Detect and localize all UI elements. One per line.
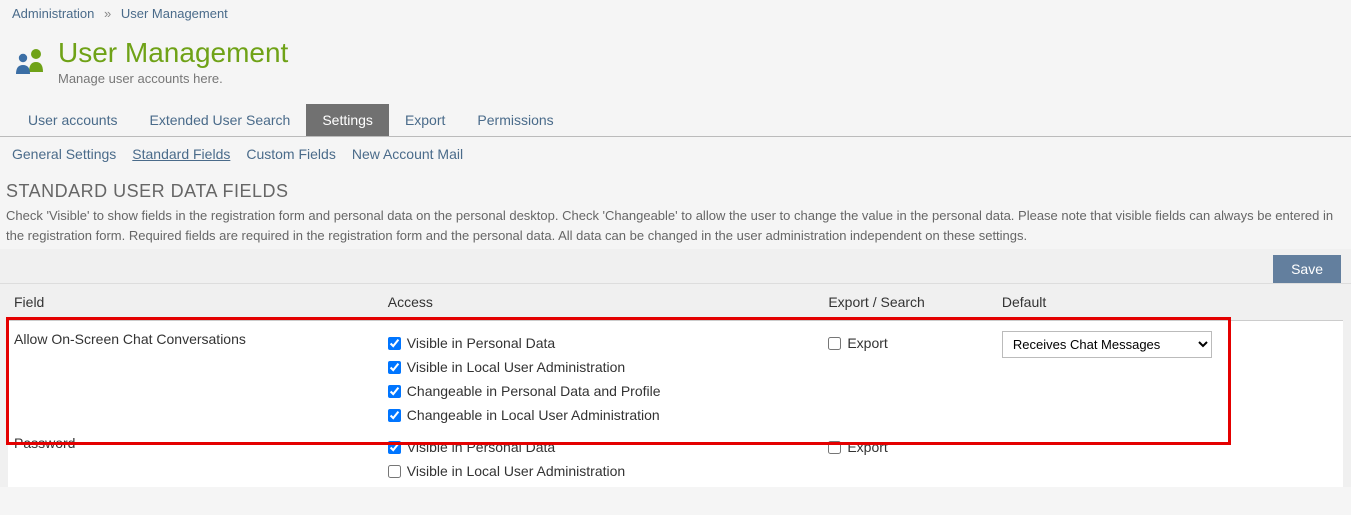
access-checkbox[interactable] bbox=[388, 385, 401, 398]
access-option: Visible in Personal Data bbox=[388, 331, 817, 355]
users-icon bbox=[12, 44, 48, 80]
page-title: User Management bbox=[58, 37, 288, 69]
fields-table: Field Access Export / Search Default All… bbox=[8, 284, 1343, 487]
page-header: User Management Manage user accounts her… bbox=[0, 27, 1351, 104]
col-access: Access bbox=[382, 284, 823, 321]
col-export: Export / Search bbox=[822, 284, 996, 321]
section-header: STANDARD USER DATA FIELDS Check 'Visible… bbox=[0, 171, 1351, 249]
col-field: Field bbox=[8, 284, 382, 321]
access-label: Visible in Local User Administration bbox=[407, 463, 625, 479]
default-cell bbox=[996, 431, 1343, 487]
subtab-standard-fields[interactable]: Standard Fields bbox=[132, 143, 230, 165]
access-checkbox[interactable] bbox=[388, 409, 401, 422]
subtab-general[interactable]: General Settings bbox=[12, 143, 116, 165]
save-bar: Save bbox=[0, 249, 1351, 283]
subtab-custom-fields[interactable]: Custom Fields bbox=[246, 143, 335, 165]
table-row: PasswordVisible in Personal DataVisible … bbox=[8, 431, 1343, 487]
access-label: Visible in Personal Data bbox=[407, 439, 555, 455]
tab-extended-search[interactable]: Extended User Search bbox=[133, 104, 306, 136]
access-checkbox[interactable] bbox=[388, 361, 401, 374]
export-label: Export bbox=[847, 335, 887, 351]
default-cell: Receives Chat Messages bbox=[996, 321, 1343, 432]
field-name: Password bbox=[8, 431, 382, 487]
access-option: Changeable in Personal Data and Profile bbox=[388, 379, 817, 403]
access-checkbox[interactable] bbox=[388, 441, 401, 454]
main-tabs: User accounts Extended User Search Setti… bbox=[0, 104, 1351, 137]
tab-settings[interactable]: Settings bbox=[306, 104, 389, 136]
section-desc: Check 'Visible' to show fields in the re… bbox=[6, 206, 1345, 245]
breadcrumb-sep: » bbox=[104, 6, 111, 21]
export-cell: Export bbox=[822, 431, 996, 487]
breadcrumb-admin[interactable]: Administration bbox=[12, 6, 94, 21]
default-select[interactable]: Receives Chat Messages bbox=[1002, 331, 1212, 358]
access-label: Changeable in Local User Administration bbox=[407, 407, 660, 423]
breadcrumb-user-mgmt[interactable]: User Management bbox=[121, 6, 228, 21]
access-checkbox[interactable] bbox=[388, 337, 401, 350]
field-name: Allow On-Screen Chat Conversations bbox=[8, 321, 382, 432]
access-option: Visible in Local User Administration bbox=[388, 459, 817, 483]
access-label: Changeable in Personal Data and Profile bbox=[407, 383, 661, 399]
export-label: Export bbox=[847, 439, 887, 455]
col-default: Default bbox=[996, 284, 1343, 321]
tab-export[interactable]: Export bbox=[389, 104, 461, 136]
access-option: Changeable in Local User Administration bbox=[388, 403, 817, 427]
export-option: Export bbox=[828, 331, 990, 355]
access-cell: Visible in Personal Data Visible in Local… bbox=[382, 321, 823, 432]
tab-permissions[interactable]: Permissions bbox=[461, 104, 569, 136]
sub-tabs: General Settings Standard Fields Custom … bbox=[0, 137, 1351, 171]
export-option: Export bbox=[828, 435, 990, 459]
export-checkbox[interactable] bbox=[828, 337, 841, 350]
section-title: STANDARD USER DATA FIELDS bbox=[6, 181, 1345, 202]
access-label: Visible in Personal Data bbox=[407, 335, 555, 351]
access-option: Visible in Local User Administration bbox=[388, 355, 817, 379]
tab-user-accounts[interactable]: User accounts bbox=[12, 104, 133, 136]
table-row: Allow On-Screen Chat ConversationsVisibl… bbox=[8, 321, 1343, 432]
access-cell: Visible in Personal Data Visible in Local… bbox=[382, 431, 823, 487]
access-option: Visible in Personal Data bbox=[388, 435, 817, 459]
access-checkbox[interactable] bbox=[388, 465, 401, 478]
export-checkbox[interactable] bbox=[828, 441, 841, 454]
save-button[interactable]: Save bbox=[1273, 255, 1341, 283]
export-cell: Export bbox=[822, 321, 996, 432]
breadcrumb: Administration » User Management bbox=[0, 0, 1351, 27]
page-subtitle: Manage user accounts here. bbox=[58, 71, 288, 86]
subtab-new-account-mail[interactable]: New Account Mail bbox=[352, 143, 463, 165]
access-label: Visible in Local User Administration bbox=[407, 359, 625, 375]
